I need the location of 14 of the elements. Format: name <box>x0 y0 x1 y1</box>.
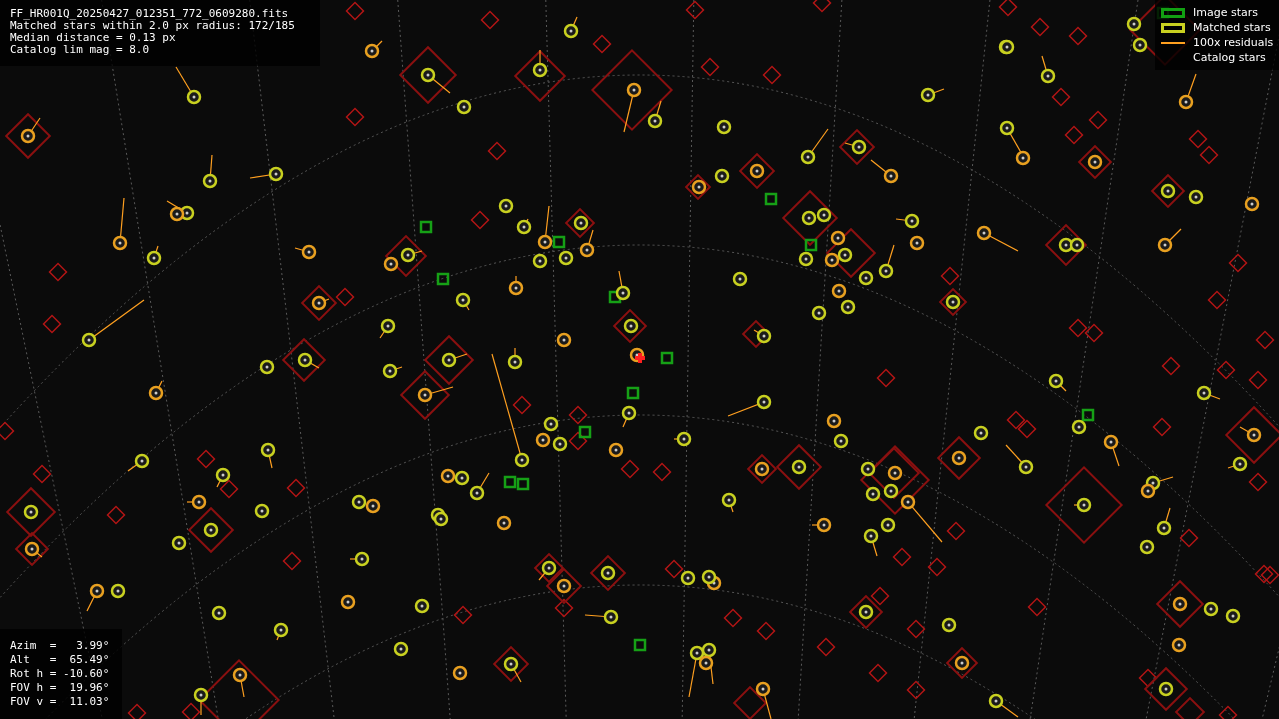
pointing-text: FOV v = 11.03° <box>10 695 111 709</box>
legend-label: Catalog stars <box>1193 51 1266 64</box>
header-text: Catalog lim mag = 8.0 <box>10 44 151 56</box>
pointing-text: Alt = 65.49° <box>10 653 111 667</box>
header-text: Matched stars within 2.0 px radius: 172/185 <box>10 20 296 32</box>
pointing-text: FOV h = 19.96° <box>10 681 111 695</box>
header-text: Median distance = 0.13 px <box>10 32 177 44</box>
header-text: FF_HR001Q_20250427_012351_772_0609280.fits <box>10 8 290 20</box>
pointing-text: Rot h = -10.60° <box>10 667 111 681</box>
pointing-text: Azim = 3.99° <box>10 639 111 653</box>
legend-label: Image stars <box>1193 6 1258 19</box>
residual-line-marker <box>1161 41 1185 44</box>
legend-label: Matched stars <box>1193 21 1271 34</box>
legend-label: 100x residuals <box>1193 36 1274 49</box>
